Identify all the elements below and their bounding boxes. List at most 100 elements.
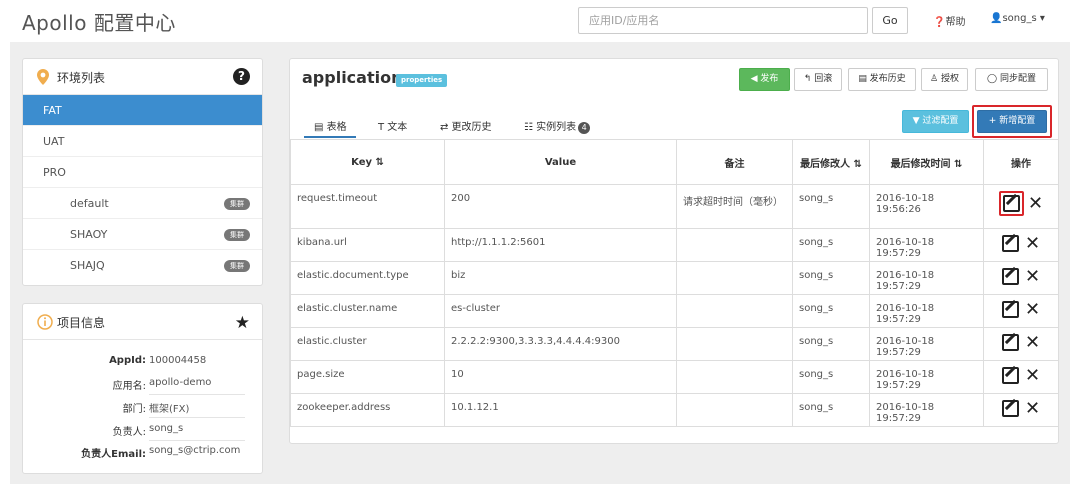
- cell-value: 10: [444, 360, 677, 394]
- divider: [149, 417, 245, 418]
- instance-count-badge: 4: [578, 122, 591, 134]
- help-link[interactable]: ❓帮助: [933, 13, 965, 28]
- cell-ops: ✕: [983, 393, 1059, 427]
- env-item-pro[interactable]: PRO: [23, 157, 262, 188]
- delete-icon[interactable]: ✕: [1025, 301, 1040, 319]
- rollback-button[interactable]: ↰ 回滚: [794, 68, 842, 91]
- delete-icon[interactable]: ✕: [1025, 268, 1040, 286]
- table-header-row: Key ⇅ Value 备注 最后修改人 ⇅ 最后修改时间 ⇅ 操作: [290, 139, 1059, 185]
- env-item-uat[interactable]: UAT: [23, 126, 262, 157]
- edit-icon[interactable]: [1001, 400, 1019, 417]
- cell-key: zookeeper.address: [290, 393, 445, 427]
- env-panel-header: 环境列表 ?: [23, 59, 262, 95]
- publish-history-button[interactable]: ▤ 发布历史: [848, 68, 916, 91]
- cell-key: request.timeout: [290, 184, 445, 229]
- col-value-header: Value: [444, 139, 677, 185]
- info-value: song_s@ctrip.com: [149, 445, 241, 456]
- go-button[interactable]: Go: [872, 7, 908, 34]
- sync-config-button[interactable]: ◯ 同步配置: [975, 68, 1048, 91]
- col-comment-header: 备注: [676, 139, 793, 185]
- app-brand[interactable]: Apollo 配置中心: [22, 7, 176, 36]
- tab-table[interactable]: ▤ 表格: [314, 118, 347, 133]
- question-icon[interactable]: ?: [233, 68, 250, 85]
- info-key: 应用名:: [112, 381, 146, 392]
- cluster-label: SHAJQ: [70, 259, 105, 272]
- tab-text[interactable]: T 文本: [378, 118, 407, 133]
- cell-modifier: song_s: [792, 228, 870, 262]
- edit-icon[interactable]: [1001, 268, 1019, 285]
- cell-ops: ✕: [983, 327, 1059, 361]
- info-value: apollo-demo: [149, 377, 212, 388]
- tab-instance-label: ☷ 实例列表: [524, 122, 577, 133]
- delete-icon[interactable]: ✕: [1025, 400, 1040, 418]
- env-item-fat[interactable]: FAT: [23, 95, 262, 126]
- cell-time: 2016-10-18 19:56:26: [869, 184, 984, 229]
- cell-comment: 请求超时时间（毫秒）: [676, 184, 793, 229]
- col-time-header[interactable]: 最后修改时间 ⇅: [869, 139, 984, 185]
- cluster-badge: 集群: [224, 198, 250, 210]
- cell-key: elastic.document.type: [290, 261, 445, 295]
- cell-ops: ✕: [983, 294, 1059, 328]
- info-key: 部门:: [122, 404, 146, 415]
- col-ops-header: 操作: [983, 139, 1059, 185]
- cell-value: 10.1.12.1: [444, 393, 677, 427]
- edit-icon[interactable]: [1002, 195, 1020, 212]
- table-row: zookeeper.address 10.1.12.1 song_s 2016-…: [290, 393, 1059, 427]
- table-row: request.timeout 200 请求超时时间（毫秒） song_s 20…: [290, 184, 1059, 229]
- cell-value: 200: [444, 184, 677, 229]
- project-info-panel: 项目信息 ★ AppId: 100004458 应用名: apollo-demo…: [22, 303, 263, 474]
- cluster-item-shajq[interactable]: SHAJQ 集群: [23, 250, 262, 281]
- edit-icon[interactable]: [1001, 367, 1019, 384]
- cluster-item-default[interactable]: default 集群: [23, 188, 262, 219]
- delete-icon[interactable]: ✕: [1025, 235, 1040, 253]
- col-modifier-header[interactable]: 最后修改人 ⇅: [792, 139, 870, 185]
- cell-key: page.size: [290, 360, 445, 394]
- cell-comment: [676, 294, 793, 328]
- edit-icon[interactable]: [1001, 301, 1019, 318]
- namespace-title: application: [302, 68, 403, 87]
- edit-icon[interactable]: [1001, 334, 1019, 351]
- table-row: elastic.document.type biz song_s 2016-10…: [290, 261, 1059, 295]
- cell-time: 2016-10-18 19:57:29: [869, 327, 984, 361]
- highlight-box: [998, 191, 1024, 216]
- info-key: 负责人Email:: [81, 449, 146, 460]
- delete-icon[interactable]: ✕: [1025, 367, 1040, 385]
- cell-modifier: song_s: [792, 327, 870, 361]
- user-menu[interactable]: 👤song_s ▾: [990, 13, 1045, 24]
- info-value: 框架(FX): [149, 404, 190, 415]
- cluster-label: default: [70, 197, 109, 210]
- env-panel-title: 环境列表: [57, 71, 106, 85]
- tab-instance-list[interactable]: ☷ 实例列表 4: [524, 118, 591, 134]
- filter-config-button[interactable]: ▼ 过滤配置: [902, 110, 969, 133]
- cell-ops: ✕: [983, 261, 1059, 295]
- info-value: song_s: [149, 423, 184, 434]
- cell-time: 2016-10-18 19:57:29: [869, 294, 984, 328]
- delete-icon[interactable]: ✕: [1028, 195, 1043, 213]
- top-navbar: Apollo 配置中心 Go ❓帮助 👤song_s ▾: [0, 0, 1080, 40]
- cluster-item-shaoy[interactable]: SHAOY 集群: [23, 219, 262, 250]
- cluster-badge: 集群: [224, 229, 250, 241]
- tab-change-history[interactable]: ⇄ 更改历史: [440, 118, 492, 133]
- delete-icon[interactable]: ✕: [1025, 334, 1040, 352]
- star-icon[interactable]: ★: [235, 313, 250, 333]
- edit-icon[interactable]: [1001, 235, 1019, 252]
- cell-ops: ✕: [983, 360, 1059, 394]
- table-row: elastic.cluster.name es-cluster song_s 2…: [290, 294, 1059, 328]
- table-row: elastic.cluster 2.2.2.2:9300,3.3.3.3,4.4…: [290, 327, 1059, 361]
- info-row-appname: 应用名: apollo-demo: [23, 373, 264, 395]
- search-input[interactable]: [578, 7, 868, 34]
- divider: [149, 394, 245, 395]
- cluster-badge: 集群: [224, 260, 250, 272]
- authorize-button[interactable]: ♙ 授权: [921, 68, 968, 91]
- info-row-dept: 部门: 框架(FX): [23, 396, 264, 418]
- cell-comment: [676, 360, 793, 394]
- info-row-owner: 负责人: song_s: [23, 419, 264, 441]
- info-icon: [37, 314, 53, 330]
- cell-comment: [676, 327, 793, 361]
- cell-time: 2016-10-18 19:57:29: [869, 393, 984, 427]
- table-row: kibana.url http://1.1.1.2:5601 song_s 20…: [290, 228, 1059, 262]
- col-key-header[interactable]: Key ⇅: [290, 139, 445, 185]
- publish-button[interactable]: ◀ 发布: [739, 68, 790, 91]
- cell-modifier: song_s: [792, 393, 870, 427]
- config-table: Key ⇅ Value 备注 最后修改人 ⇅ 最后修改时间 ⇅ 操作 reque…: [290, 139, 1059, 427]
